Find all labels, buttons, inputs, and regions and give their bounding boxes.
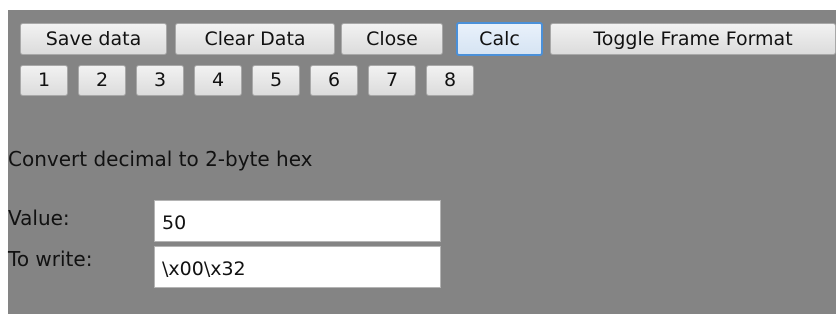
to-write-label: To write: <box>8 247 93 271</box>
value-input[interactable] <box>154 200 441 242</box>
frame-button-2[interactable]: 2 <box>78 65 126 96</box>
value-label: Value: <box>8 206 70 230</box>
toggle-frame-format-button[interactable]: Toggle Frame Format <box>550 23 836 55</box>
frame-button-7[interactable]: 7 <box>368 65 416 96</box>
frame-button-6[interactable]: 6 <box>310 65 358 96</box>
frame-button-4[interactable]: 4 <box>194 65 242 96</box>
calc-button[interactable]: Calc <box>456 22 543 56</box>
save-data-button[interactable]: Save data <box>20 23 167 55</box>
frame-button-5[interactable]: 5 <box>252 65 300 96</box>
converter-heading: Convert decimal to 2-byte hex <box>8 147 313 171</box>
calc-panel: Save data Clear Data Close Calc Toggle F… <box>8 10 836 314</box>
close-button[interactable]: Close <box>341 23 443 55</box>
frame-button-1[interactable]: 1 <box>20 65 68 96</box>
frame-button-3[interactable]: 3 <box>136 65 184 96</box>
clear-data-button[interactable]: Clear Data <box>175 23 335 55</box>
to-write-output[interactable] <box>154 246 441 288</box>
frame-button-8[interactable]: 8 <box>426 65 474 96</box>
